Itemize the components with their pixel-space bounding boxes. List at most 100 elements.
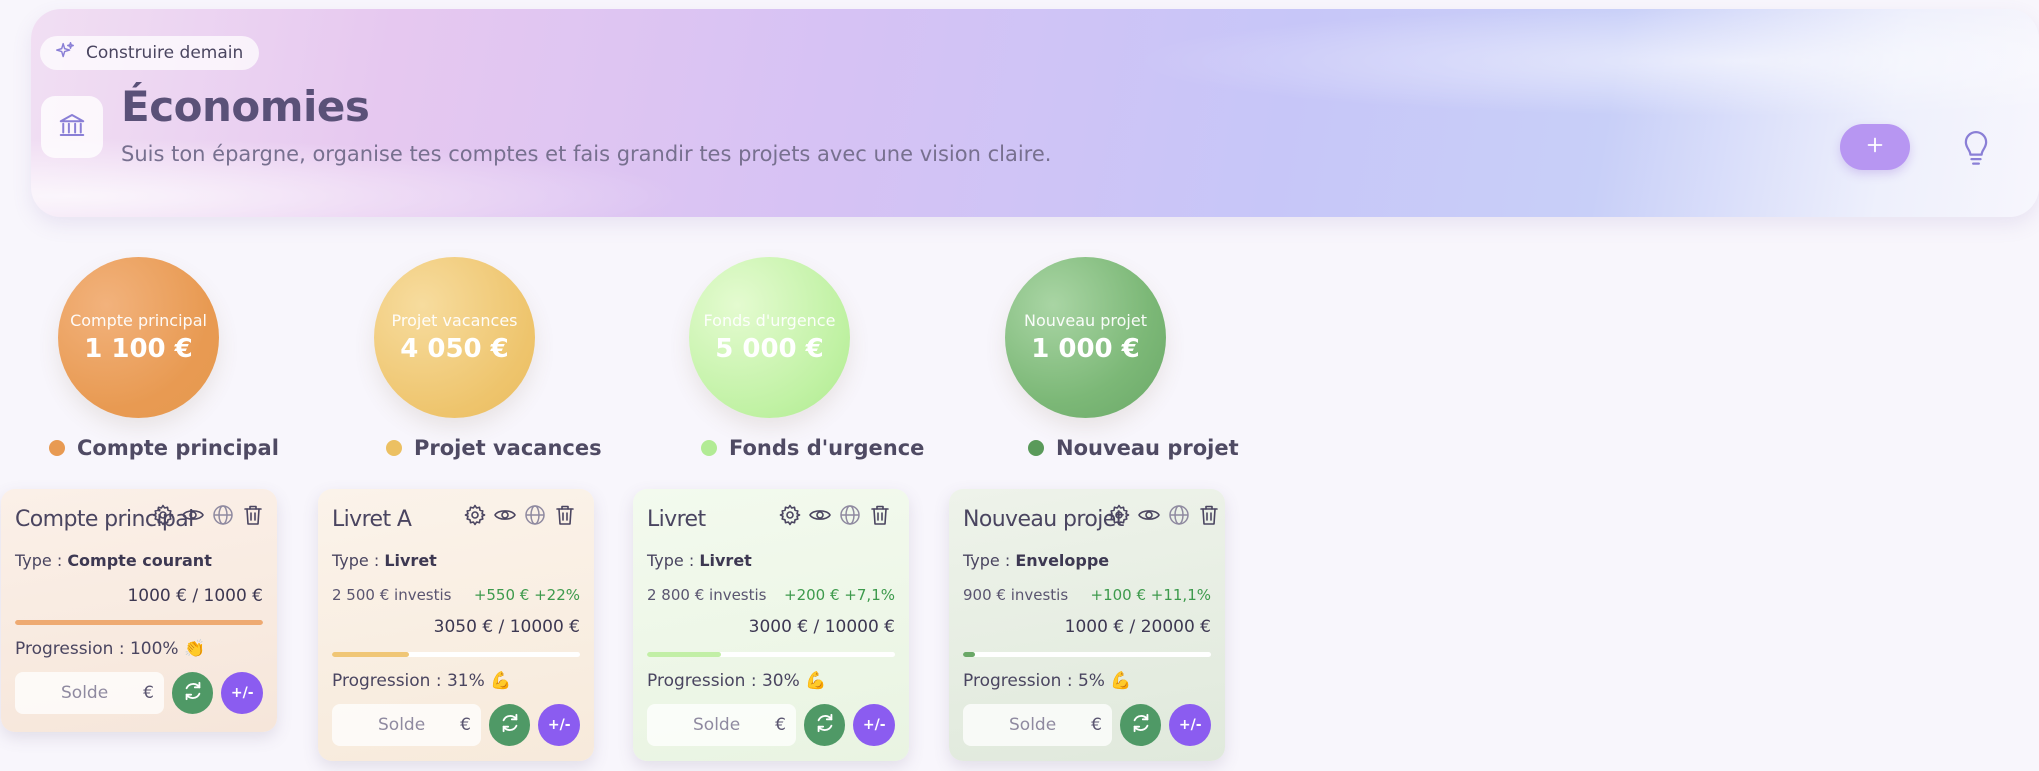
gain-amount: +550 € +22%	[473, 586, 580, 604]
refresh-icon	[182, 680, 204, 706]
progress-bar	[15, 620, 263, 625]
add-account-button[interactable]	[1840, 124, 1910, 170]
eye-icon[interactable]	[1137, 503, 1161, 527]
tagline-text: Construire demain	[86, 43, 244, 63]
globe-icon[interactable]	[1167, 503, 1191, 527]
card-type-prefix: Type :	[15, 551, 68, 570]
refresh-button[interactable]	[1119, 704, 1162, 746]
card-amount: 1000 € / 20000 €	[1064, 617, 1211, 637]
solde-input[interactable]: Solde €	[647, 704, 796, 746]
card-type-prefix: Type :	[647, 551, 700, 570]
page-subtitle: Suis ton épargne, organise tes comptes e…	[121, 142, 1052, 166]
circle-label: Nouveau projet	[1024, 311, 1147, 330]
card-controls: Solde € +/-	[963, 704, 1211, 746]
account-card-livret: Livret Type : Livret 2 800 € investis +20…	[633, 489, 909, 761]
progress-bar	[332, 652, 580, 657]
gear-icon[interactable]	[151, 503, 175, 527]
legend-item-compte-principal: Compte principal	[49, 436, 279, 460]
legend-label: Fonds d'urgence	[729, 436, 925, 460]
adjust-button[interactable]: +/-	[538, 704, 580, 746]
card-amount: 3000 € / 10000 €	[748, 617, 895, 637]
card-title: Nouveau projet	[963, 507, 1124, 532]
refresh-button[interactable]	[803, 704, 846, 746]
sparkles-icon	[54, 40, 76, 67]
summary-circle-compte-principal: Compte principal 1 100 €	[58, 257, 219, 418]
adjust-button[interactable]: +/-	[1169, 704, 1211, 746]
bank-icon-box	[41, 96, 103, 158]
card-type-prefix: Type :	[332, 551, 385, 570]
solde-input[interactable]: Solde €	[332, 704, 481, 746]
globe-icon[interactable]	[838, 503, 862, 527]
invest-row: 2 500 € investis +550 € +22%	[332, 586, 580, 604]
legend-label: Projet vacances	[414, 436, 602, 460]
currency-symbol: €	[143, 683, 154, 703]
progress-value: 100%	[129, 639, 179, 659]
card-actions	[463, 503, 577, 527]
currency-symbol: €	[1091, 715, 1102, 735]
gear-icon[interactable]	[463, 503, 487, 527]
account-card-livret-a: Livret A Type : Livret 2 500 € investis +…	[318, 489, 594, 761]
solde-placeholder: Solde	[61, 683, 109, 703]
globe-icon[interactable]	[211, 503, 235, 527]
legend-dot	[49, 440, 65, 456]
solde-placeholder: Solde	[378, 715, 426, 735]
legend-dot	[701, 440, 717, 456]
progress-text: Progression : 100% 👏	[15, 639, 205, 659]
refresh-icon	[499, 712, 521, 738]
eye-icon[interactable]	[808, 503, 832, 527]
invested-amount: 900 € investis	[963, 586, 1069, 604]
invested-amount: 2 500 € investis	[332, 586, 452, 604]
trash-icon[interactable]	[241, 503, 265, 527]
bank-icon	[57, 110, 87, 144]
trash-icon[interactable]	[553, 503, 577, 527]
legend-item-nouveau-projet: Nouveau projet	[1028, 436, 1239, 460]
progress-label: Progression :	[15, 639, 130, 659]
adjust-button[interactable]: +/-	[853, 704, 895, 746]
card-controls: Solde € +/-	[15, 672, 263, 714]
trash-icon[interactable]	[868, 503, 892, 527]
circle-value: 4 050 €	[400, 334, 509, 364]
refresh-button[interactable]	[488, 704, 531, 746]
gear-icon[interactable]	[778, 503, 802, 527]
circle-label: Compte principal	[70, 311, 207, 330]
progress-fill	[963, 652, 976, 657]
progress-bar	[963, 652, 1211, 657]
card-type: Type : Enveloppe	[963, 551, 1109, 570]
card-amount: 3050 € / 10000 €	[433, 617, 580, 637]
currency-symbol: €	[460, 715, 471, 735]
circle-label: Projet vacances	[391, 311, 518, 330]
legend-item-fonds-urgence: Fonds d'urgence	[701, 436, 924, 460]
adjust-button[interactable]: +/-	[221, 672, 263, 714]
refresh-icon	[814, 712, 836, 738]
refresh-button[interactable]	[171, 672, 214, 714]
progress-fill	[15, 620, 263, 625]
solde-input[interactable]: Solde €	[963, 704, 1112, 746]
progress-emoji: 💪	[1110, 671, 1132, 691]
card-title: Livret A	[332, 507, 412, 532]
card-controls: Solde € +/-	[647, 704, 895, 746]
invested-amount: 2 800 € investis	[647, 586, 767, 604]
currency-symbol: €	[775, 715, 786, 735]
eye-icon[interactable]	[493, 503, 517, 527]
tips-button[interactable]	[1962, 131, 1990, 167]
card-type-value: Livret	[699, 551, 752, 570]
card-type-prefix: Type :	[963, 551, 1016, 570]
solde-input[interactable]: Solde €	[15, 672, 164, 714]
globe-icon[interactable]	[523, 503, 547, 527]
eye-icon[interactable]	[181, 503, 205, 527]
progress-emoji: 💪	[490, 671, 512, 691]
circle-value: 1 000 €	[1031, 334, 1140, 364]
progress-bar	[647, 652, 895, 657]
lightbulb-icon	[1962, 131, 1990, 171]
card-actions	[1107, 503, 1221, 527]
card-type: Type : Livret	[647, 551, 752, 570]
progress-text: Progression : 30% 💪	[647, 671, 826, 691]
trash-icon[interactable]	[1197, 503, 1221, 527]
progress-text: Progression : 5% 💪	[963, 671, 1132, 691]
card-type: Type : Compte courant	[15, 551, 212, 570]
legend-dot	[386, 440, 402, 456]
card-amount: 1000 € / 1000 €	[127, 586, 263, 606]
card-type-value: Compte courant	[67, 551, 212, 570]
plus-icon	[1864, 134, 1886, 160]
gear-icon[interactable]	[1107, 503, 1131, 527]
